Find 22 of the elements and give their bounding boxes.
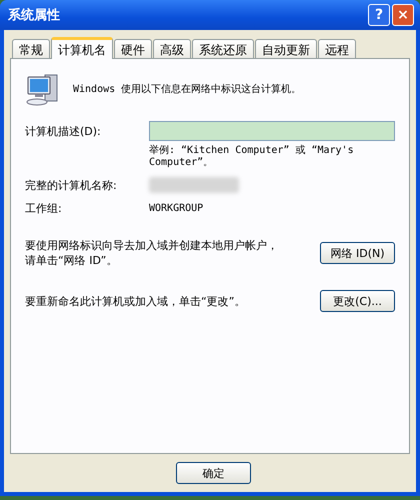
- tab[interactable]: 常规: [12, 39, 50, 58]
- instruction-text: 要重新命名此计算机或加入域，单击“更改”。: [25, 294, 246, 308]
- tab[interactable]: 自动更新: [255, 39, 317, 58]
- field-label: 完整的计算机名称:: [25, 178, 118, 192]
- example-text: 举例: “Kitchen Computer” 或 “Mary's Computer”。: [149, 145, 355, 169]
- tab[interactable]: 计算机名: [51, 37, 113, 59]
- intro-text: Windows 使用以下信息在网络中标识这台计算机。: [73, 82, 302, 96]
- tab[interactable]: 硬件: [114, 39, 152, 58]
- network-id-button[interactable]: 网络 ID(N): [320, 242, 395, 264]
- close-button[interactable]: ×: [392, 4, 414, 26]
- field-label: 工作组:: [25, 201, 63, 216]
- description-field[interactable]: [149, 121, 395, 141]
- ok-button[interactable]: 确定: [176, 462, 251, 484]
- instruction-text: 要使用网络标识向导去加入域并创建本地用户帐户，请单击“网络 ID”。: [25, 238, 279, 268]
- tab[interactable]: 系统还原: [192, 39, 254, 58]
- change-button[interactable]: 更改(C)...: [320, 290, 395, 312]
- workgroup-value: WORKGROUP: [149, 203, 204, 214]
- tab[interactable]: 高级: [153, 39, 191, 58]
- window-title: 系统属性: [8, 6, 60, 24]
- tab[interactable]: 远程: [318, 39, 356, 58]
- field-label: 计算机描述(D):: [25, 124, 102, 138]
- help-button[interactable]: ?: [368, 4, 390, 26]
